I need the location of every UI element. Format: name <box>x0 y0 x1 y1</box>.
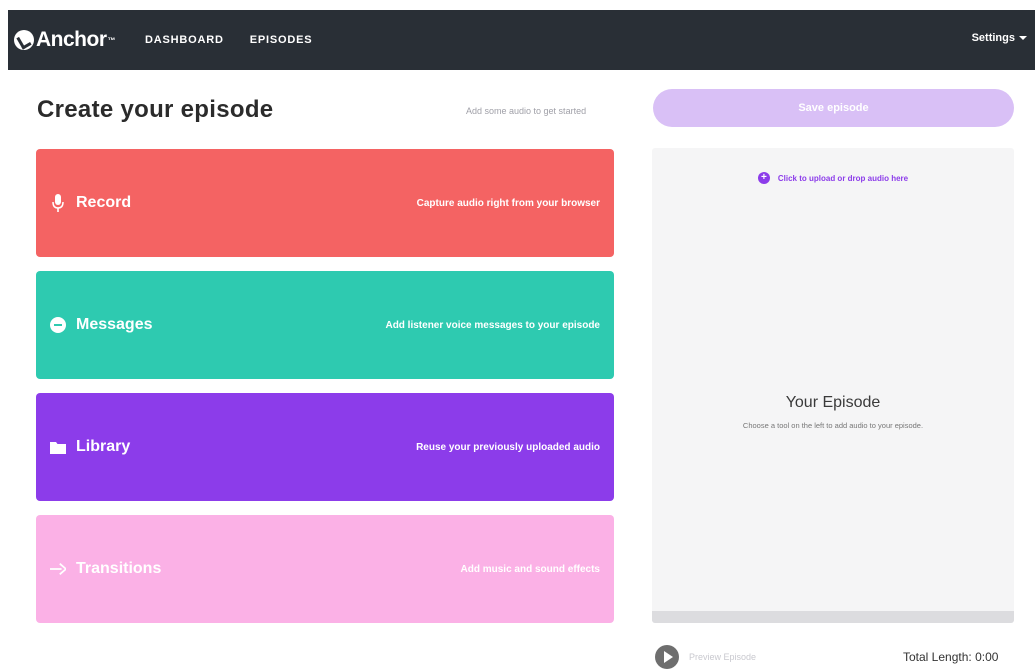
preview-episode-label: Preview Episode <box>689 652 757 662</box>
settings-label: Settings <box>971 32 1015 44</box>
anchor-logo-icon <box>14 30 34 50</box>
page-title: Create your episode <box>37 96 274 123</box>
settings-menu[interactable]: Settings <box>972 32 1027 44</box>
library-tool-card[interactable]: Library Reuse your previously uploaded a… <box>36 393 614 501</box>
total-length: Total Length: 0:00 <box>903 650 998 664</box>
episode-timeline-bar <box>652 611 1014 623</box>
brand-trademark: ™ <box>107 35 116 45</box>
record-tool-label: Record <box>76 194 132 211</box>
folder-icon <box>50 438 66 456</box>
nav-dashboard-link[interactable]: DASHBOARD <box>145 34 224 46</box>
brand-name: Anchor <box>36 28 107 51</box>
episode-subtext: Choose a tool on the left to add audio t… <box>742 421 924 430</box>
library-tool-description: Reuse your previously uploaded audio <box>416 441 600 453</box>
episode-drop-panel[interactable]: + Click to upload or drop audio here You… <box>652 148 1014 623</box>
episode-heading: Your Episode <box>785 394 881 411</box>
total-length-label: Total Length: <box>903 650 972 664</box>
save-episode-button[interactable]: Save episode <box>653 89 1014 127</box>
upload-audio-link[interactable]: + Click to upload or drop audio here <box>652 172 1014 184</box>
play-icon <box>655 645 679 669</box>
messages-tool-label: Messages <box>76 316 153 333</box>
transitions-tool-label: Transitions <box>76 560 162 577</box>
record-tool-card[interactable]: Record Capture audio right from your bro… <box>36 149 614 257</box>
total-length-value: 0:00 <box>975 650 999 664</box>
preview-episode-button[interactable]: Preview Episode <box>655 645 756 669</box>
transitions-tool-description: Add music and sound effects <box>460 563 600 575</box>
transitions-tool-card[interactable]: Transitions Add music and sound effects <box>36 515 614 623</box>
chevron-down-icon <box>1019 36 1027 41</box>
arrow-right-icon <box>50 560 66 578</box>
anchor-logo[interactable]: Anchor ™ <box>14 28 115 52</box>
messages-tool-description: Add listener voice messages to your epis… <box>385 319 600 331</box>
get-started-hint: Add some audio to get started <box>466 106 587 116</box>
upload-audio-label: Click to upload or drop audio here <box>777 173 909 183</box>
message-bubble-icon <box>50 316 66 334</box>
nav-episodes-link[interactable]: EPISODES <box>250 34 313 46</box>
top-nav-bar: Anchor ™ DASHBOARD EPISODES Settings <box>8 10 1035 70</box>
microphone-icon <box>50 194 66 212</box>
plus-icon: + <box>757 172 770 184</box>
record-tool-description: Capture audio right from your browser <box>416 197 600 209</box>
messages-tool-card[interactable]: Messages Add listener voice messages to … <box>36 271 614 379</box>
library-tool-label: Library <box>76 438 131 455</box>
